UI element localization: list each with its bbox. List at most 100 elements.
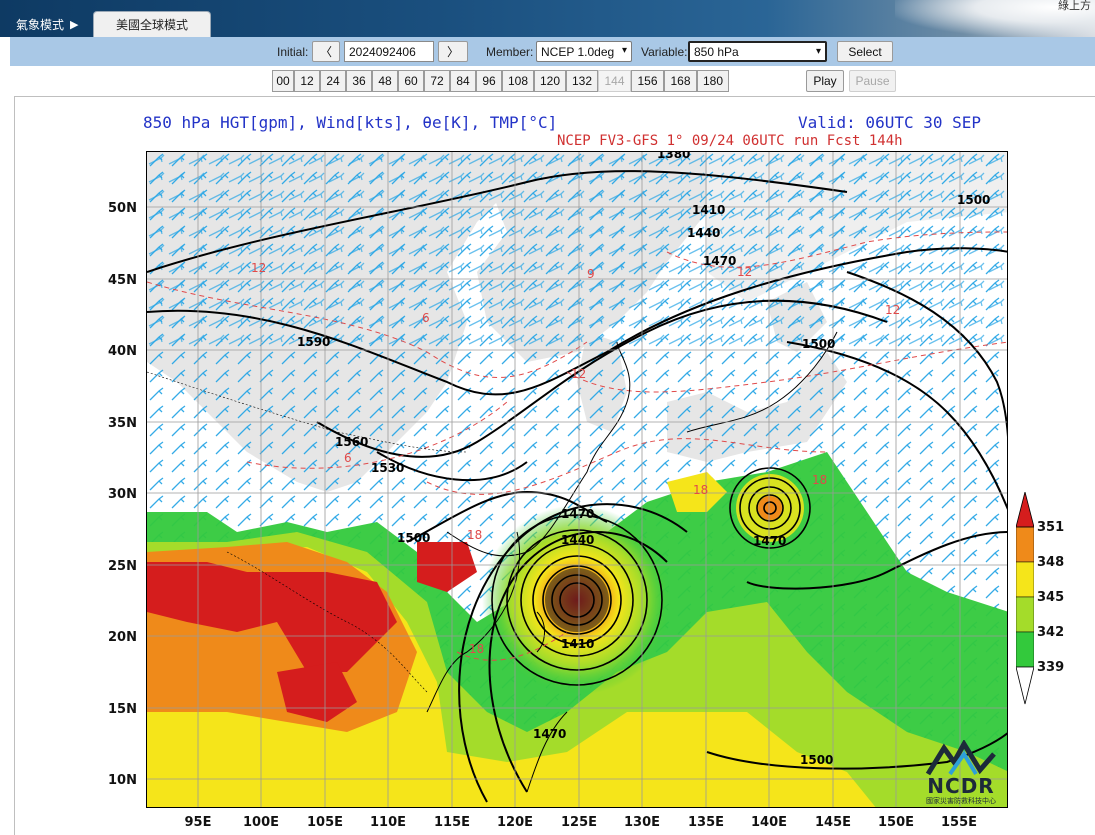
lon-label: 125E — [560, 815, 598, 830]
temp-label: 12 — [885, 303, 900, 317]
temp-label: 6 — [422, 311, 430, 325]
contour-label: 1440 — [687, 226, 720, 240]
tab-us-global-label: 美國全球模式 — [115, 18, 188, 32]
initial-label: Initial: — [277, 45, 309, 59]
temp-label: 12 — [737, 265, 752, 279]
hour-button-96[interactable]: 96 — [476, 70, 502, 92]
contour-label: 1500 — [957, 193, 990, 207]
map-title: 850 hPa HGT[gpm], Wind[kts], θe[K], TMP[… — [143, 113, 558, 132]
hour-button-36[interactable]: 36 — [346, 70, 372, 92]
hour-button-48[interactable]: 48 — [372, 70, 398, 92]
contour-label: 1470 — [533, 727, 566, 741]
initial-input[interactable]: 2024092406 — [344, 41, 434, 62]
temp-label: 12 — [571, 367, 586, 381]
member-select[interactable]: NCEP 1.0deg ▾ — [536, 41, 632, 62]
hour-button-180[interactable]: 180 — [697, 70, 729, 92]
lon-label: 95E — [184, 815, 212, 830]
lon-label: 100E — [242, 815, 280, 830]
variable-select-value: 850 hPa — [694, 44, 739, 59]
colorbar-label: 345 — [1037, 590, 1065, 605]
hour-button-132[interactable]: 132 — [566, 70, 598, 92]
contour-label: 1500 — [800, 753, 833, 767]
banner-corner-text: 綠上方 — [1058, 0, 1091, 12]
member-label: Member: — [486, 45, 534, 59]
temp-label: 18 — [467, 528, 482, 542]
select-button[interactable]: Select — [837, 41, 893, 62]
tab-weather-mode[interactable]: 氣象模式 ▶ — [8, 12, 86, 36]
model-run-info: NCEP FV3-GFS 1° 09/24 06UTC run Fcst 144… — [557, 133, 903, 149]
contour-label: 1530 — [371, 461, 404, 475]
lon-label: 105E — [306, 815, 344, 830]
lat-label: 30N — [108, 487, 137, 502]
temp-label: 12 — [251, 261, 266, 275]
contour-label: 1470 — [703, 254, 736, 268]
lon-label: 145E — [814, 815, 852, 830]
contour-label: 1380 — [657, 152, 690, 161]
member-select-value: NCEP 1.0deg — [541, 44, 615, 59]
temp-label: 9 — [587, 267, 595, 281]
temp-label: 18 — [693, 483, 708, 497]
typhoon-eye — [545, 568, 609, 632]
next-initial-button[interactable]: 〉 — [438, 41, 468, 62]
theta-e-colorbar — [1016, 492, 1034, 705]
hour-button-60[interactable]: 60 — [398, 70, 424, 92]
ncdr-logo: NCDR 國家災害防救科技中心 — [920, 739, 1002, 805]
hour-button-00[interactable]: 00 — [272, 70, 294, 92]
contour-label: 1440 — [561, 533, 594, 547]
ncdr-logo-mark — [925, 739, 996, 776]
variable-select[interactable]: 850 hPa ▾ — [688, 41, 827, 62]
chevron-down-icon: ▾ — [621, 45, 627, 56]
lat-label: 10N — [108, 773, 137, 788]
tab-us-global-model[interactable]: 美國全球模式 — [93, 11, 211, 37]
lat-label: 50N — [108, 201, 137, 216]
lon-label: 110E — [369, 815, 407, 830]
low-japan-core — [758, 496, 782, 520]
colorbar-label: 342 — [1037, 625, 1065, 640]
hour-button-156[interactable]: 156 — [631, 70, 664, 92]
hour-button-120[interactable]: 120 — [534, 70, 566, 92]
colorbar-label: 348 — [1037, 555, 1065, 570]
hour-button-168[interactable]: 168 — [664, 70, 697, 92]
temp-label: 6 — [344, 451, 352, 465]
pause-button[interactable]: Pause — [849, 70, 896, 92]
forecast-hour-buttons: 00 12 24 36 48 60 72 84 96 108 120 132 144 156 168 180 — [272, 70, 729, 92]
lon-label: 150E — [877, 815, 915, 830]
hour-button-24[interactable]: 24 — [320, 70, 346, 92]
hour-button-84[interactable]: 84 — [450, 70, 476, 92]
play-arrow-icon: ▶ — [70, 17, 79, 31]
ncdr-logo-text: NCDR — [927, 774, 995, 798]
lon-label: 155E — [940, 815, 978, 830]
lon-label: 135E — [687, 815, 725, 830]
prev-initial-button[interactable]: 〈 — [312, 41, 340, 62]
colorbar-label: 351 — [1037, 520, 1065, 535]
lon-label: 140E — [750, 815, 788, 830]
hour-button-12[interactable]: 12 — [294, 70, 320, 92]
contour-label: 1470 — [753, 534, 786, 548]
weather-map[interactable]: 1380 1410 1440 1470 1500 1590 1560 1530 … — [146, 151, 1008, 808]
contour-label: 1590 — [297, 335, 330, 349]
contour-label: 1410 — [692, 203, 725, 217]
lon-label: 130E — [623, 815, 661, 830]
ncdr-logo-subtitle: 國家災害防救科技中心 — [926, 797, 996, 805]
contour-label: 1560 — [335, 435, 368, 449]
hour-button-144[interactable]: 144 — [598, 70, 631, 92]
lat-label: 25N — [108, 559, 137, 574]
lat-label: 35N — [108, 416, 137, 431]
lon-label: 120E — [496, 815, 534, 830]
lat-label: 40N — [108, 344, 137, 359]
temp-label: 18 — [812, 473, 827, 487]
valid-time: Valid: 06UTC 30 SEP — [798, 113, 982, 132]
lat-label: 15N — [108, 702, 137, 717]
play-button[interactable]: Play — [806, 70, 844, 92]
variable-label: Variable: — [641, 45, 688, 59]
tab-weather-mode-label: 氣象模式 — [16, 17, 65, 32]
hour-button-72[interactable]: 72 — [424, 70, 450, 92]
contour-label: 1500 — [397, 531, 430, 545]
hour-button-108[interactable]: 108 — [502, 70, 534, 92]
contour-label: 1470 — [561, 507, 594, 521]
lon-label: 115E — [433, 815, 471, 830]
temp-label: 18 — [469, 642, 484, 656]
lat-label: 20N — [108, 630, 137, 645]
colorbar-label: 339 — [1037, 660, 1065, 675]
weather-map-panel: 850 hPa HGT[gpm], Wind[kts], θe[K], TMP[… — [14, 96, 1095, 835]
